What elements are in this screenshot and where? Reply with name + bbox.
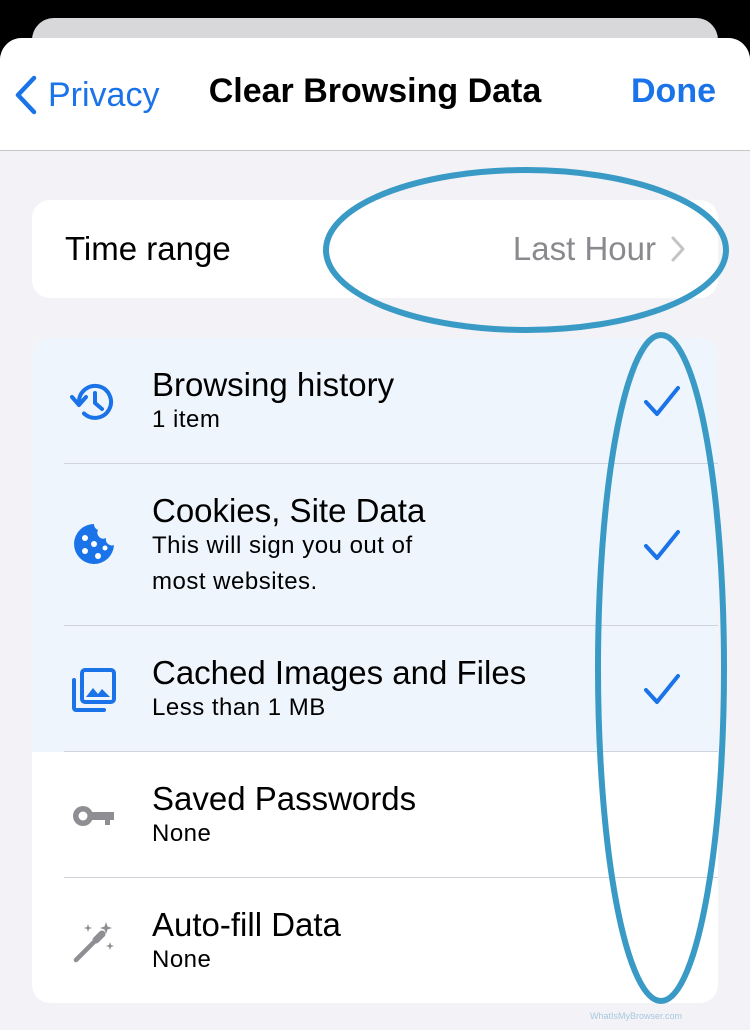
time-range-label: Time range bbox=[65, 230, 231, 267]
cookies-detail-line2: most websites. bbox=[152, 568, 318, 595]
checkmark-icon bbox=[644, 530, 680, 560]
browsing-history-label: Browsing history bbox=[152, 366, 395, 403]
autofill-data-label: Auto-fill Data bbox=[152, 906, 341, 943]
watermark: WhatIsMyBrowser.com bbox=[590, 1011, 683, 1021]
cookies-detail-line1: This will sign you out of bbox=[152, 532, 413, 559]
navigation-bar: Privacy Clear Browsing Data Done bbox=[0, 38, 750, 151]
cookie-icon bbox=[74, 524, 114, 564]
saved-passwords-row[interactable]: Saved Passwords None bbox=[32, 752, 718, 878]
browsing-history-row[interactable]: Browsing history 1 item bbox=[32, 338, 718, 464]
checkmark-icon bbox=[644, 674, 680, 704]
chevron-right-icon bbox=[671, 236, 685, 262]
cached-images-files-row[interactable]: Cached Images and Files Less than 1 MB bbox=[32, 626, 718, 752]
time-range-row[interactable]: Time range Last Hour bbox=[32, 200, 718, 298]
data-types-list: Browsing history 1 item Cookies, Site Da… bbox=[32, 338, 718, 1003]
key-icon bbox=[73, 806, 114, 826]
time-range-value: Last Hour bbox=[512, 230, 656, 267]
cached-images-label: Cached Images and Files bbox=[152, 654, 527, 691]
clear-browsing-data-sheet: Privacy Clear Browsing Data Done Time ra… bbox=[0, 38, 750, 1030]
autofill-data-row[interactable]: Auto-fill Data None bbox=[32, 878, 718, 1003]
saved-passwords-detail: None bbox=[152, 820, 212, 847]
checkmark-icon bbox=[644, 386, 680, 416]
images-icon bbox=[72, 668, 116, 712]
done-button[interactable]: Done bbox=[631, 72, 716, 111]
autofill-data-detail: None bbox=[152, 946, 212, 973]
cookies-site-data-row[interactable]: Cookies, Site Data This will sign you ou… bbox=[32, 464, 718, 626]
cached-images-detail: Less than 1 MB bbox=[152, 694, 326, 721]
magic-wand-icon bbox=[73, 922, 114, 963]
cookies-site-data-label: Cookies, Site Data bbox=[152, 492, 426, 529]
history-icon bbox=[70, 383, 113, 420]
browsing-history-detail: 1 item bbox=[152, 406, 221, 433]
saved-passwords-label: Saved Passwords bbox=[152, 780, 417, 817]
page-title-text: Clear Browsing Data bbox=[208, 72, 542, 110]
